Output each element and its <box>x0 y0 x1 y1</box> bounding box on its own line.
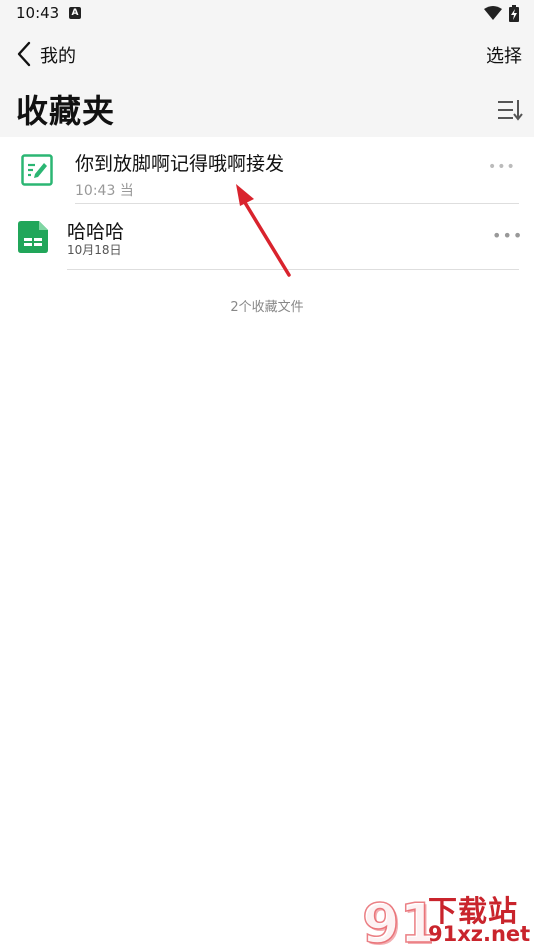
more-options-icon[interactable]: ••• <box>488 159 516 175</box>
watermark-url: 91xz.net <box>428 922 531 946</box>
watermark-91-icon: 91 91 <box>362 892 432 950</box>
annotation-arrow <box>236 184 291 277</box>
page-title: 收藏夹 <box>16 92 116 130</box>
watermark-logo: 91 91 下载站 91xz.net <box>362 892 530 950</box>
sort-icon[interactable] <box>497 98 523 122</box>
spreadsheet-icon <box>18 221 48 253</box>
battery-charging-icon <box>509 5 519 22</box>
back-arrow-icon[interactable] <box>14 41 36 67</box>
select-button[interactable]: 选择 <box>486 42 522 68</box>
navigation-bar: 我的 选择 <box>0 34 534 74</box>
more-options-icon[interactable]: ••• <box>492 226 523 245</box>
svg-text:91: 91 <box>362 892 432 950</box>
file-count: 2个收藏文件 <box>230 300 304 315</box>
status-time: 10:43 <box>16 4 60 22</box>
android-a-icon: A <box>69 7 81 19</box>
wifi-icon <box>484 6 502 20</box>
file-name: 你到放脚啊记得哦啊接发 <box>75 153 285 175</box>
file-meta: 10月18日 <box>67 243 122 257</box>
back-label[interactable]: 我的 <box>40 42 76 68</box>
file-name: 哈哈哈 <box>67 221 125 243</box>
file-meta: 10:43 当 <box>75 183 134 199</box>
status-bar: 10:43 A <box>0 0 534 28</box>
note-edit-icon <box>21 154 53 186</box>
